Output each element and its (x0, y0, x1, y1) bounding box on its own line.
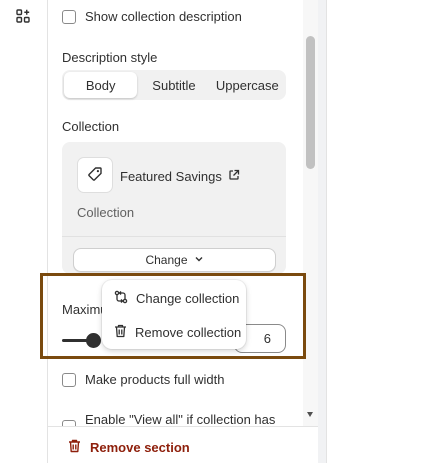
show-collection-description-row[interactable]: Show collection description (62, 9, 242, 24)
collection-label: Collection (62, 119, 120, 134)
panel-footer: Remove section (48, 426, 318, 463)
maximum-products-label: Maximu (62, 302, 108, 317)
external-link-icon (228, 169, 240, 184)
collection-name: Featured Savings (120, 169, 222, 184)
full-width-row[interactable]: Make products full width (62, 372, 224, 387)
divider (62, 236, 286, 237)
change-collection-menu-item[interactable]: Change collection (114, 290, 239, 307)
replace-icon (114, 290, 128, 307)
products-slider-handle[interactable] (86, 333, 101, 348)
collection-actions-popover: Change collection Remove collection (102, 280, 246, 349)
collection-type-label: Collection (77, 205, 135, 220)
settings-panel: Show collection description Description … (48, 0, 318, 463)
left-rail (0, 0, 48, 463)
tag-icon (87, 166, 103, 185)
change-collection-button[interactable]: Change (73, 248, 276, 272)
scroll-down-arrow-icon[interactable] (307, 412, 313, 417)
preview-canvas (326, 0, 447, 463)
settings-scroll-area[interactable]: Show collection description Description … (48, 0, 303, 426)
sections-add-icon[interactable] (16, 9, 30, 23)
change-collection-label: Change collection (136, 291, 240, 306)
collection-card: Featured Savings Collection Change (62, 142, 286, 274)
description-style-option-uppercase[interactable]: Uppercase (211, 72, 284, 98)
collection-thumbnail (77, 157, 113, 193)
scrollbar[interactable] (303, 0, 318, 426)
trash-icon (114, 324, 127, 341)
show-collection-description-checkbox[interactable] (62, 9, 76, 24)
remove-section-label: Remove section (90, 440, 190, 455)
description-style-option-body[interactable]: Body (64, 72, 138, 98)
description-style-label: Description style (62, 50, 158, 65)
chevron-down-icon (194, 253, 204, 267)
full-width-label: Make products full width (85, 372, 225, 387)
show-collection-description-label: Show collection description (85, 9, 242, 24)
description-style-segmented-control: Body Subtitle Uppercase (62, 70, 286, 100)
scrollbar-thumb[interactable] (306, 36, 315, 169)
description-style-option-subtitle[interactable]: Subtitle (137, 72, 210, 98)
collection-name-link[interactable]: Featured Savings (120, 169, 240, 184)
full-width-checkbox[interactable] (62, 372, 76, 387)
view-all-row[interactable]: Enable "View all" if collection has (62, 412, 275, 426)
remove-section-button[interactable]: Remove section (68, 439, 190, 456)
change-button-label: Change (145, 253, 188, 267)
trash-icon (68, 439, 81, 456)
remove-collection-menu-item[interactable]: Remove collection (114, 324, 241, 341)
remove-collection-label: Remove collection (135, 325, 242, 340)
view-all-label: Enable "View all" if collection has (85, 412, 276, 426)
